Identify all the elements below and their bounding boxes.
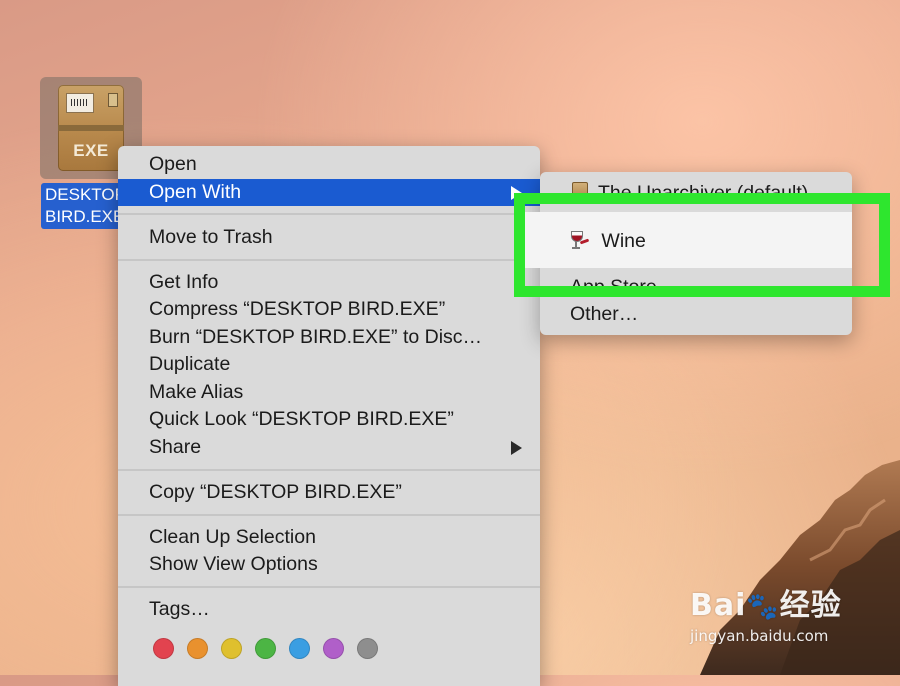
menu-item-open[interactable]: Open [118,151,540,178]
file-name-label[interactable]: DESKTOP BIRD.EXE [41,183,126,229]
tag-dot-red[interactable] [153,638,174,659]
submenu-item-unarchiver-label: The Unarchiver (default) [598,182,809,204]
tag-dot-orange[interactable] [187,638,208,659]
submenu-item-wine[interactable]: Wine [570,228,646,255]
context-menu: Open Open With Move to Trash Get Info Co… [118,146,540,686]
tag-color-row [153,638,378,659]
menu-item-copy[interactable]: Copy “DESKTOP BIRD.EXE” [118,479,540,506]
archive-band [58,125,124,131]
submenu-item-wine-label: Wine [601,230,646,252]
submenu-item-other[interactable]: Other… [570,301,852,328]
menu-item-share-label: Share [149,436,202,458]
tag-dot-green[interactable] [255,638,276,659]
submenu-arrow-icon [511,441,522,455]
wine-glass-icon [570,230,590,250]
submenu-arrow-icon [511,186,522,200]
unarchiver-icon [570,180,590,207]
paw-icon: 🐾 [746,592,780,622]
menu-item-compress[interactable]: Compress “DESKTOP BIRD.EXE” [118,296,540,323]
file-extension-label: EXE [73,141,109,160]
menu-separator [118,514,540,516]
menu-item-move-to-trash[interactable]: Move to Trash [118,224,540,251]
menu-separator [118,213,540,215]
tag-dot-blue[interactable] [289,638,310,659]
menu-item-get-info[interactable]: Get Info [118,269,540,296]
menu-item-open-with[interactable]: Open With [118,179,540,206]
submenu-item-unarchiver[interactable]: The Unarchiver (default) [570,180,852,207]
archive-barcode-label [66,93,94,113]
menu-item-clean-up-selection[interactable]: Clean Up Selection [118,524,540,551]
menu-item-tags[interactable]: Tags… [118,596,540,623]
watermark-url: jingyan.baidu.com [690,627,829,645]
menu-item-share[interactable]: Share [118,434,540,461]
watermark-logo: Bai🐾经验 [690,588,842,623]
tag-dot-yellow[interactable] [221,638,242,659]
menu-item-open-with-label: Open With [149,181,242,203]
menu-separator [118,586,540,588]
menu-item-burn[interactable]: Burn “DESKTOP BIRD.EXE” to Disc… [118,324,540,351]
menu-item-make-alias[interactable]: Make Alias [118,379,540,406]
tag-dot-purple[interactable] [323,638,344,659]
menu-item-show-view-options[interactable]: Show View Options [118,551,540,578]
baidu-watermark: Bai🐾经验 jingyan.baidu.com [690,588,842,646]
menu-separator [118,469,540,471]
archive-icon: EXE [58,85,124,171]
submenu-item-app-store[interactable]: App Store… [570,274,852,301]
tag-dot-gray[interactable] [357,638,378,659]
menu-separator [118,259,540,261]
archive-tag-icon [108,93,118,107]
menu-item-quick-look[interactable]: Quick Look “DESKTOP BIRD.EXE” [118,406,540,433]
menu-item-duplicate[interactable]: Duplicate [118,351,540,378]
